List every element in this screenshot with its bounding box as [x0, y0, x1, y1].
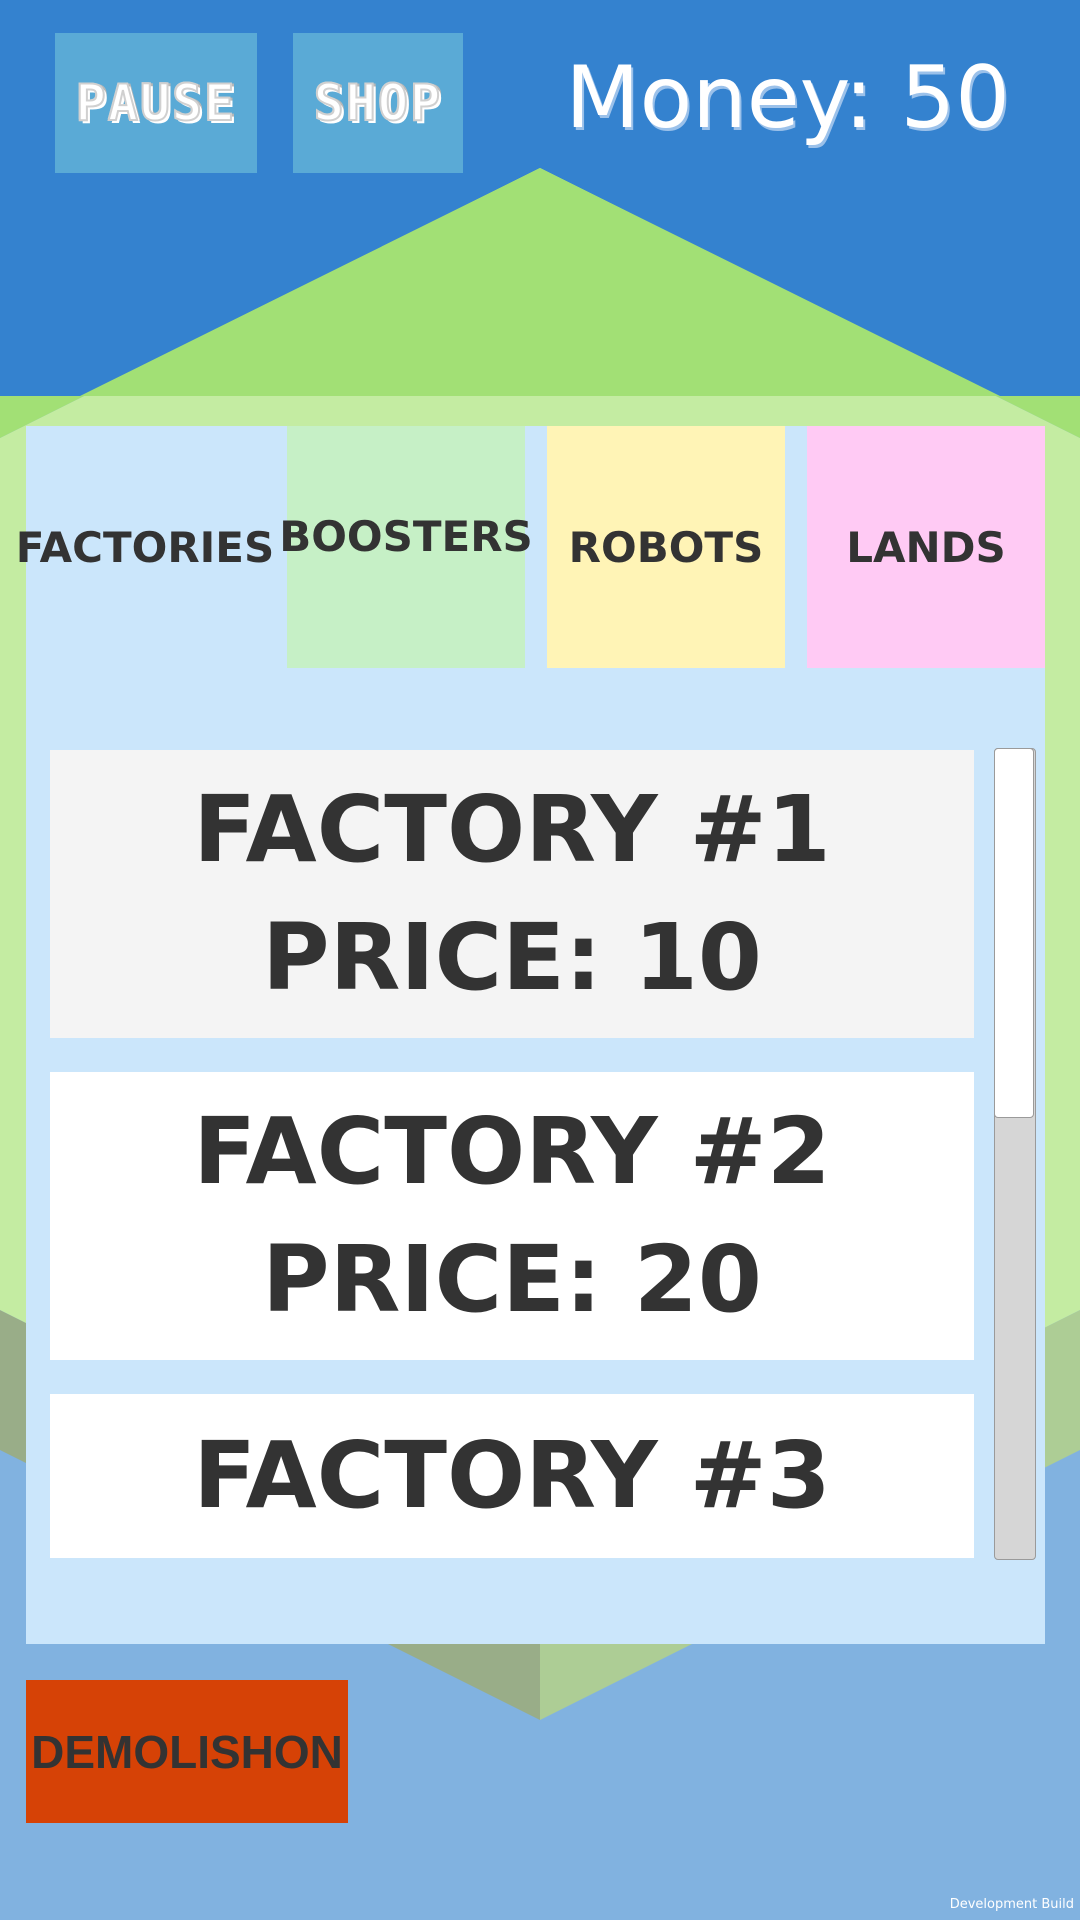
demolish-button[interactable]: DEMOLISHON	[26, 1680, 348, 1823]
scrollbar[interactable]	[994, 748, 1036, 1560]
item-name: FACTORY #3	[193, 1422, 831, 1529]
tab-lands[interactable]: LANDS	[807, 426, 1045, 668]
item-price: PRICE: 20	[262, 1226, 762, 1333]
item-name: FACTORY #2	[193, 1098, 831, 1205]
item-price: PRICE: 10	[262, 904, 762, 1011]
shop-item-factory-3[interactable]: FACTORY #3	[50, 1394, 974, 1558]
tab-boosters[interactable]: BOOSTERS	[279, 426, 533, 668]
tab-robots[interactable]: ROBOTS	[547, 426, 785, 668]
shop-button[interactable]: SHOP	[293, 33, 463, 173]
tab-factories[interactable]: FACTORIES	[16, 426, 274, 668]
shop-item-factory-2[interactable]: FACTORY #2 PRICE: 20	[50, 1072, 974, 1360]
pause-button[interactable]: PAUSE	[55, 33, 257, 173]
shop-panel: FACTORIES BOOSTERS ROBOTS LANDS FACTORY …	[16, 426, 1045, 1644]
shop-item-factory-1[interactable]: FACTORY #1 PRICE: 10	[50, 750, 974, 1038]
development-build-label: Development Build	[949, 1897, 1074, 1912]
scrollbar-thumb[interactable]	[994, 748, 1034, 1118]
money-counter: Money: 50	[565, 48, 1010, 148]
item-name: FACTORY #1	[193, 776, 831, 883]
